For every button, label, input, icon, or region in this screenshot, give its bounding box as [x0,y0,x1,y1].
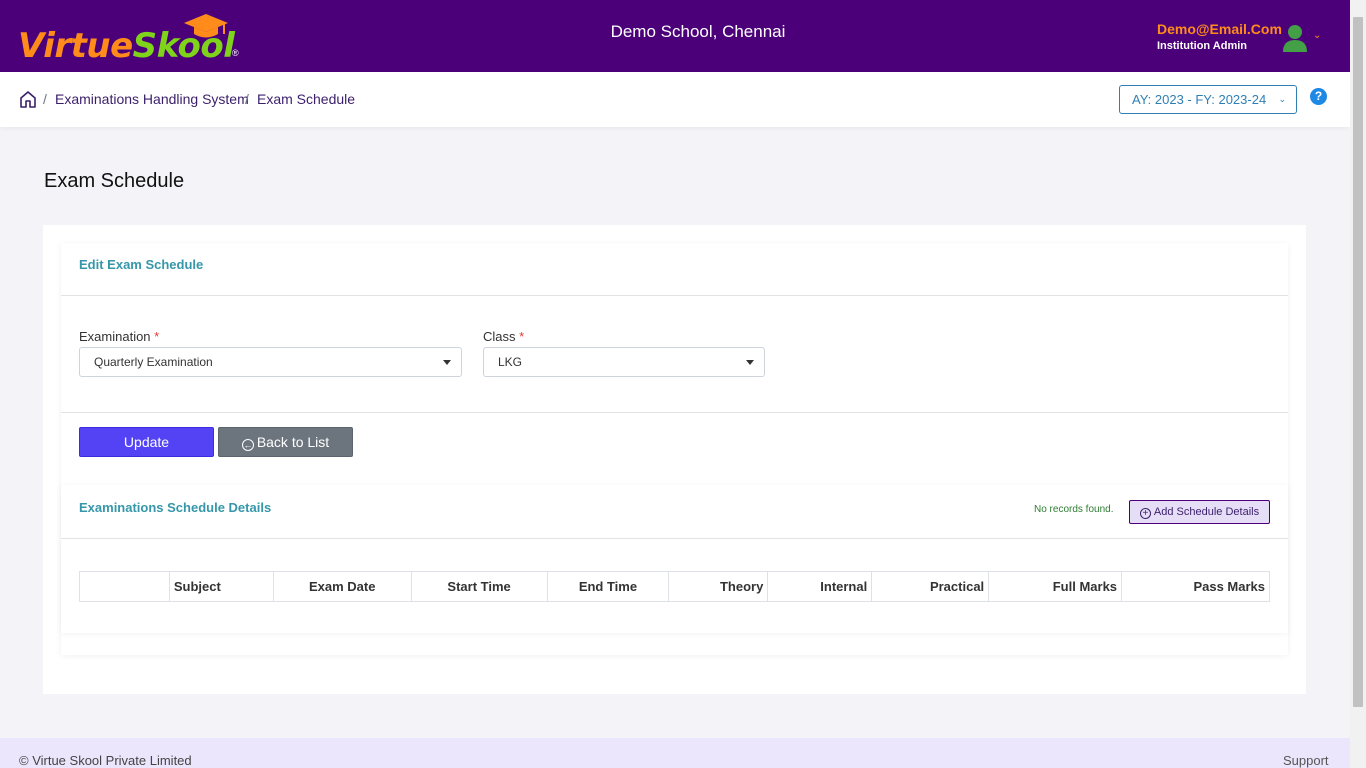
breadcrumb-separator: / [43,91,47,107]
examination-value: Quarterly Examination [94,355,213,369]
breadcrumb: / Examinations Handling System / Exam Sc… [0,72,1350,127]
scrollbar-thumb[interactable] [1353,17,1363,707]
update-button[interactable]: Update [79,427,214,457]
breadcrumb-item-exam-schedule: Exam Schedule [257,91,356,107]
arrow-left-circle-icon: ← [241,439,254,451]
examination-select[interactable]: Quarterly Examination [79,347,462,377]
column-header-subject: Subject [168,571,274,602]
chevron-down-icon: ⌄ [1278,94,1286,104]
column-header-internal: Internal [767,571,873,602]
academic-year-label: AY: 2023 - FY: 2023-24 [1132,92,1267,107]
details-section-title: Examinations Schedule Details [79,500,272,515]
add-schedule-details-button[interactable]: + Add Schedule Details [1129,500,1270,524]
examination-label: Examination * [79,329,160,344]
column-header-practical: Practical [871,571,990,602]
caret-down-icon [443,360,451,365]
plus-circle-icon: + [1139,508,1151,519]
help-icon[interactable]: ? [1310,88,1327,105]
user-role: Institution Admin [1157,40,1248,52]
column-header-theory: Theory [668,571,769,602]
class-select[interactable]: LKG [483,347,765,377]
schedule-table: Subject Exam Date Start Time End Time Th… [79,571,1270,602]
column-header-end-time: End Time [546,571,670,602]
top-navbar: VirtueSkool ® Demo School, Chennai Demo@… [0,0,1350,72]
logo-registered-mark: ® [232,48,239,58]
table-header-row: Subject Exam Date Start Time End Time Th… [79,571,1270,602]
back-to-list-button[interactable]: ← Back to List [218,427,353,457]
footer-copyright: © Virtue Skool Private Limited [19,753,192,768]
column-header-start-time: Start Time [410,571,548,602]
divider [61,538,1288,539]
breadcrumb-item-examinations[interactable]: Examinations Handling System [55,91,249,107]
class-label: Class * [483,329,525,344]
divider [61,412,1288,413]
divider [61,295,1288,296]
academic-year-select[interactable]: AY: 2023 - FY: 2023-24 ⌄ [1119,85,1297,114]
column-header-full-marks: Full Marks [988,571,1123,602]
edit-section-title: Edit Exam Schedule [79,257,204,272]
user-avatar-icon[interactable] [1283,24,1307,52]
user-email[interactable]: Demo@Email.Com [1157,21,1282,37]
breadcrumb-separator: / [245,91,249,107]
footer: © Virtue Skool Private Limited Support [0,738,1350,768]
caret-down-icon [746,360,754,365]
support-link[interactable]: Support [1283,753,1329,768]
column-header-pass-marks: Pass Marks [1121,571,1270,602]
home-icon[interactable] [20,91,36,108]
chevron-down-icon[interactable]: ⌄ [1313,30,1321,41]
page-title: Exam Schedule [44,170,185,192]
no-records-message: No records found. [1034,504,1114,515]
column-header-exam-date: Exam Date [272,571,412,602]
column-header-select [79,571,170,602]
class-value: LKG [498,355,523,369]
page-scrollbar[interactable] [1350,0,1366,768]
